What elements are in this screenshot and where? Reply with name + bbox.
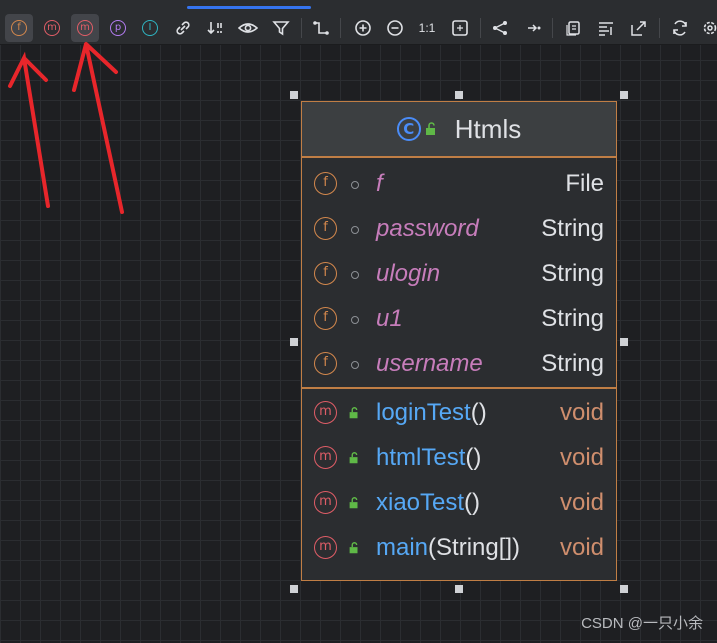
red-arrow-right [72, 42, 124, 214]
watermark: CSDN @一只小余 [581, 615, 703, 632]
annotation-arrows [8, 42, 124, 214]
red-arrow-left [8, 51, 50, 208]
